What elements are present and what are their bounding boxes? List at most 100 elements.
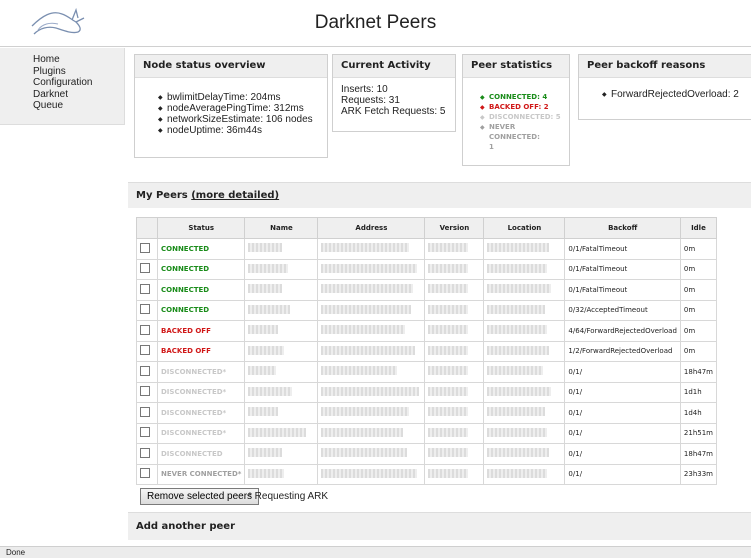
redacted-name — [248, 243, 283, 253]
backoff-reasons-box: Peer backoff reasons ForwardRejectedOver… — [578, 54, 751, 120]
version-cell — [424, 422, 485, 444]
peer-select-checkbox[interactable] — [140, 345, 150, 356]
peer-select-checkbox[interactable] — [140, 468, 150, 479]
nav-item-darknet[interactable]: Darknet — [33, 89, 124, 101]
select-cell — [136, 422, 158, 444]
name-cell — [244, 299, 319, 321]
backoff-reason-item: ForwardRejectedOverload: 2 — [602, 89, 743, 101]
peer-select-checkbox[interactable] — [140, 304, 150, 315]
redacted-version — [428, 325, 469, 335]
peer-select-checkbox[interactable] — [140, 365, 150, 376]
version-cell — [424, 463, 485, 485]
redacted-location — [487, 325, 548, 335]
idle-cell: 0m — [679, 279, 717, 301]
address-cell — [317, 279, 426, 301]
location-cell — [483, 463, 566, 485]
column-header-version[interactable]: Version — [424, 217, 485, 239]
backoff-reasons-title: Peer backoff reasons — [579, 55, 751, 78]
column-header-name[interactable]: Name — [244, 217, 319, 239]
redacted-location — [487, 243, 550, 253]
redacted-version — [428, 468, 469, 478]
stat-item: bwlimitDelayTime: 204ms — [158, 92, 319, 104]
peer-select-checkbox[interactable] — [140, 263, 150, 274]
version-cell — [424, 258, 485, 280]
redacted-location — [487, 427, 548, 437]
address-cell — [317, 340, 426, 362]
select-cell — [136, 402, 158, 424]
location-cell — [483, 258, 566, 280]
status-cell: DISCONNECTED* — [156, 422, 246, 444]
table-header-row: Status Name Address Version Location Bac… — [136, 217, 717, 239]
redacted-location — [487, 366, 544, 376]
page-title: Darknet Peers — [314, 12, 437, 33]
redacted-name — [248, 448, 283, 458]
column-header-address[interactable]: Address — [317, 217, 426, 239]
peer-status: BACKED OFF — [161, 326, 211, 335]
idle-cell: 0m — [679, 238, 717, 260]
peer-select-checkbox[interactable] — [140, 427, 150, 438]
version-cell — [424, 361, 485, 383]
nav-item-plugins[interactable]: Plugins — [33, 66, 124, 78]
node-status-title: Node status overview — [135, 55, 327, 78]
page-header: Darknet Peers — [0, 0, 751, 47]
column-header-backoff[interactable]: Backoff — [564, 217, 681, 239]
name-cell — [244, 443, 319, 465]
status-cell: NEVER CONNECTED* — [156, 463, 246, 485]
peer-select-checkbox[interactable] — [140, 283, 150, 294]
my-peers-panel: My Peers (more detailed) Status Name Add… — [128, 182, 751, 513]
peer-select-checkbox[interactable] — [140, 386, 150, 397]
location-cell — [483, 422, 566, 444]
nav-item-home[interactable]: Home — [33, 54, 124, 66]
nav-item-queue[interactable]: Queue — [33, 100, 124, 112]
version-cell — [424, 381, 485, 403]
idle-cell: 23h33m — [679, 463, 717, 485]
name-cell — [244, 340, 319, 362]
redacted-version — [428, 427, 469, 437]
peer-select-checkbox[interactable] — [140, 242, 150, 253]
peer-status: CONNECTED — [161, 306, 210, 315]
select-cell — [136, 299, 158, 321]
idle-cell: 1d1h — [679, 381, 717, 403]
redacted-location — [487, 386, 552, 396]
idle-cell: 1d4h — [679, 402, 717, 424]
remove-selected-peers-button[interactable]: Remove selected peers — [140, 488, 260, 505]
redacted-address — [321, 345, 416, 355]
address-cell — [317, 238, 426, 260]
address-cell — [317, 402, 426, 424]
redacted-location — [487, 407, 546, 417]
name-cell — [244, 381, 319, 403]
peer-stat-connected: CONNECTED: 4 — [480, 92, 561, 103]
name-cell — [244, 238, 319, 260]
column-header-status[interactable]: Status — [156, 217, 246, 239]
sidebar-nav: Home Plugins Configuration Darknet Queue — [0, 48, 125, 125]
column-header-idle[interactable]: Idle — [679, 217, 717, 239]
backoff-cell: 0/1/ — [564, 463, 681, 485]
column-header-location[interactable]: Location — [483, 217, 566, 239]
backoff-cell: 0/32/AcceptedTimeout — [564, 299, 681, 321]
requesting-ark-note: * Requesting ARK — [248, 491, 329, 502]
redacted-name — [248, 345, 285, 355]
peer-stats-title: Peer statistics — [463, 55, 569, 78]
nav-item-configuration[interactable]: Configuration — [33, 77, 124, 89]
more-detailed-link[interactable]: (more detailed) — [191, 190, 279, 201]
redacted-version — [428, 386, 469, 396]
status-cell: CONNECTED — [156, 258, 246, 280]
backoff-cell: 0/1/FatalTimeout — [564, 258, 681, 280]
name-cell — [244, 463, 319, 485]
address-cell — [317, 463, 426, 485]
redacted-address — [321, 468, 418, 478]
backoff-cell: 0/1/ — [564, 443, 681, 465]
peer-select-checkbox[interactable] — [140, 324, 150, 335]
redacted-version — [428, 448, 469, 458]
current-activity-box: Current Activity Inserts: 10 Requests: 3… — [332, 54, 456, 132]
peer-status: DISCONNECTED* — [161, 429, 227, 438]
redacted-name — [248, 304, 291, 314]
redacted-name — [248, 427, 307, 437]
redacted-version — [428, 243, 469, 253]
location-cell — [483, 238, 566, 260]
peer-select-checkbox[interactable] — [140, 406, 150, 417]
peer-status: DISCONNECTED* — [161, 367, 227, 376]
redacted-address — [321, 407, 410, 417]
peer-select-checkbox[interactable] — [140, 447, 150, 458]
location-cell — [483, 361, 566, 383]
